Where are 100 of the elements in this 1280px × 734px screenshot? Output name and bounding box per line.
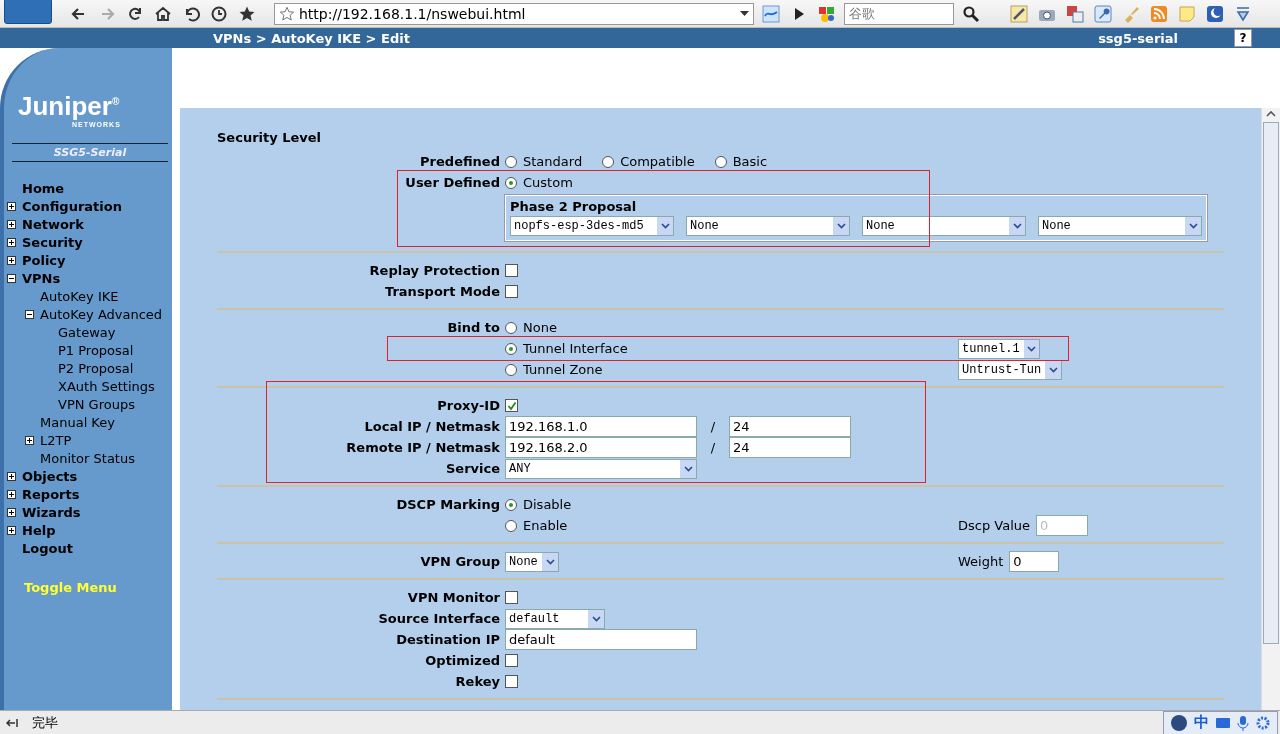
nav-item[interactable]: Reports [22,487,80,503]
radio-button[interactable] [602,155,615,168]
radio-button[interactable] [505,321,517,334]
radio-button[interactable] [505,498,517,511]
logo-text: Juniper$^{®}$ [18,89,120,120]
status-text: 完毕 [32,713,58,732]
chart-icon[interactable] [760,2,782,25]
expand-icon[interactable] [7,238,16,248]
nav-item[interactable]: Configuration [22,199,122,215]
radio-button[interactable] [505,176,517,189]
option-label: Basic [732,154,768,169]
star-icon[interactable] [279,5,295,22]
help-button[interactable]: ? [1234,29,1252,47]
expand-icon[interactable] [7,220,16,230]
caret-icon [833,217,849,235]
expand-icon[interactable] [7,526,16,536]
caret-icon [542,552,558,571]
nav-item[interactable]: P1 Proposal [58,343,134,359]
scrollbar[interactable] [1261,108,1280,710]
nav-item[interactable]: Help [22,523,56,539]
field-label: Rekey [455,674,500,689]
expand-icon[interactable] [7,472,16,482]
section-title: Security Level [217,130,323,145]
expand-icon[interactable] [7,202,16,212]
radio-button[interactable] [505,155,517,168]
radio-button[interactable] [505,363,517,376]
field-label: Replay Protection [369,263,500,278]
input-field[interactable]: 0 [1009,551,1060,572]
nav-item[interactable]: Policy [22,253,66,269]
ime-mode[interactable]: 中 [1194,713,1209,732]
pen-icon[interactable] [1008,2,1030,25]
nav-item[interactable]: Gateway [58,325,116,341]
checkbox[interactable] [505,285,518,298]
select-dropdown[interactable]: None [862,216,1026,236]
checkbox[interactable] [505,591,518,604]
input-field[interactable]: default [505,629,697,650]
nav-item[interactable]: VPNs [22,271,61,287]
field-label: VPN Monitor [407,590,500,605]
caret-icon [1023,339,1039,358]
input-field[interactable]: 24 [729,416,851,437]
wrench-icon[interactable] [1092,2,1114,25]
collapse-icon[interactable] [25,310,34,320]
separator-text: / [709,440,717,455]
checkbox[interactable] [505,654,518,667]
input-field[interactable]: 24 [729,437,851,458]
field-label: Optimized [425,653,500,668]
search-field[interactable]: 谷歌 [844,2,954,25]
address-bar[interactable]: http://192.168.1.1/nswebui.html [274,2,754,25]
nav-item[interactable]: Manual Key [40,415,115,431]
checkbox[interactable] [505,399,518,412]
caret-icon [657,217,673,235]
field-label: Weight [958,554,1004,569]
radio-button[interactable] [505,519,517,532]
field-label: DSCP Marking [396,497,500,512]
expand-icon[interactable] [7,508,16,518]
nav-item[interactable]: Security [22,235,83,251]
dropdown-icon[interactable] [740,10,749,17]
radio-button[interactable] [714,155,727,168]
checkbox[interactable] [505,675,518,688]
collapse-icon[interactable] [7,274,16,284]
checkbox[interactable] [505,264,518,277]
nav-item[interactable]: XAuth Settings [58,379,155,395]
expand-icon[interactable] [7,490,16,500]
nav-item[interactable]: Monitor Status [40,451,135,467]
nav-item[interactable]: L2TP [40,433,72,449]
microphone-icon[interactable] [1237,714,1249,731]
nav-item[interactable]: Home [22,181,65,197]
nav-item[interactable]: AutoKey IKE [40,289,119,305]
field-label: Remote IP / Netmask [346,440,500,455]
option-label: Disable [523,497,572,512]
field-label: Service [445,461,500,476]
select-dropdown[interactable]: tunnel.1 [958,338,1040,359]
field-label: Destination IP [396,632,500,647]
expand-icon[interactable] [7,256,16,266]
select-dropdown[interactable]: Untrust-Tun [958,359,1062,380]
option-label: None [523,320,557,335]
input-field[interactable]: 192.168.1.0 [505,416,697,437]
nav-item[interactable]: Logout [22,541,73,557]
select-dropdown[interactable]: None [686,216,850,236]
select-dropdown[interactable]: ANY [505,458,697,479]
radio-button[interactable] [505,342,517,355]
select-dropdown[interactable]: default [505,608,605,629]
select-dropdown[interactable]: None [1038,216,1202,236]
field-label: Transport Mode [385,284,500,299]
separator-text: / [709,419,717,434]
nav-item[interactable]: VPN Groups [58,397,135,413]
select-dropdown[interactable]: nopfs-esp-3des-md5 [510,216,674,236]
panel-title: Phase 2 Proposal [510,199,638,214]
expand-icon[interactable] [25,436,34,446]
scroll-thumb[interactable] [1263,122,1279,644]
nav-item[interactable]: Objects [22,469,78,485]
nav-item[interactable]: Network [22,217,84,233]
field-label: VPN Group [420,554,500,569]
nav-item[interactable]: Wizards [22,505,81,521]
field-label: Predefined [420,154,500,169]
nav-item[interactable]: AutoKey Advanced [40,307,163,323]
select-dropdown[interactable]: None [505,551,559,572]
nav-item[interactable]: P2 Proposal [58,361,134,377]
input-field[interactable]: 192.168.2.0 [505,437,697,458]
option-label: Tunnel Interface [523,341,628,356]
